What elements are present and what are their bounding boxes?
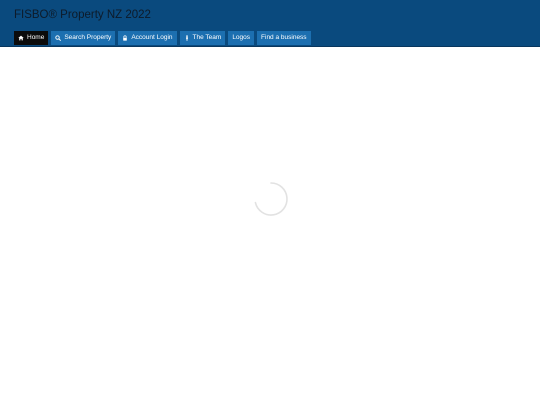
loading-spinner-icon	[253, 181, 289, 217]
search-icon	[55, 35, 62, 41]
nav-item-label: Search Property	[64, 34, 112, 41]
nav-item-find-a-business[interactable]: Find a business	[257, 31, 311, 45]
site-title[interactable]: FISBO® Property NZ 2022	[14, 9, 151, 21]
person-icon	[184, 35, 190, 41]
nav-item-search-property[interactable]: Search Property	[51, 31, 116, 45]
nav-item-label: Find a business	[261, 34, 307, 41]
lock-icon	[122, 35, 128, 41]
nav-item-label: Account Login	[131, 34, 173, 41]
main-nav: Home Search Property Account Login The T…	[14, 31, 311, 45]
site-header: FISBO® Property NZ 2022 Home Search Prop…	[0, 0, 540, 47]
nav-item-label: The Team	[192, 34, 222, 41]
nav-item-home[interactable]: Home	[14, 31, 49, 45]
nav-item-account-login[interactable]: Account Login	[118, 31, 177, 45]
nav-item-label: Home	[27, 34, 45, 41]
nav-item-the-team[interactable]: The Team	[179, 31, 226, 45]
nav-item-label: Logos	[232, 34, 251, 41]
nav-item-logos[interactable]: Logos	[228, 31, 255, 45]
home-icon	[18, 35, 24, 41]
